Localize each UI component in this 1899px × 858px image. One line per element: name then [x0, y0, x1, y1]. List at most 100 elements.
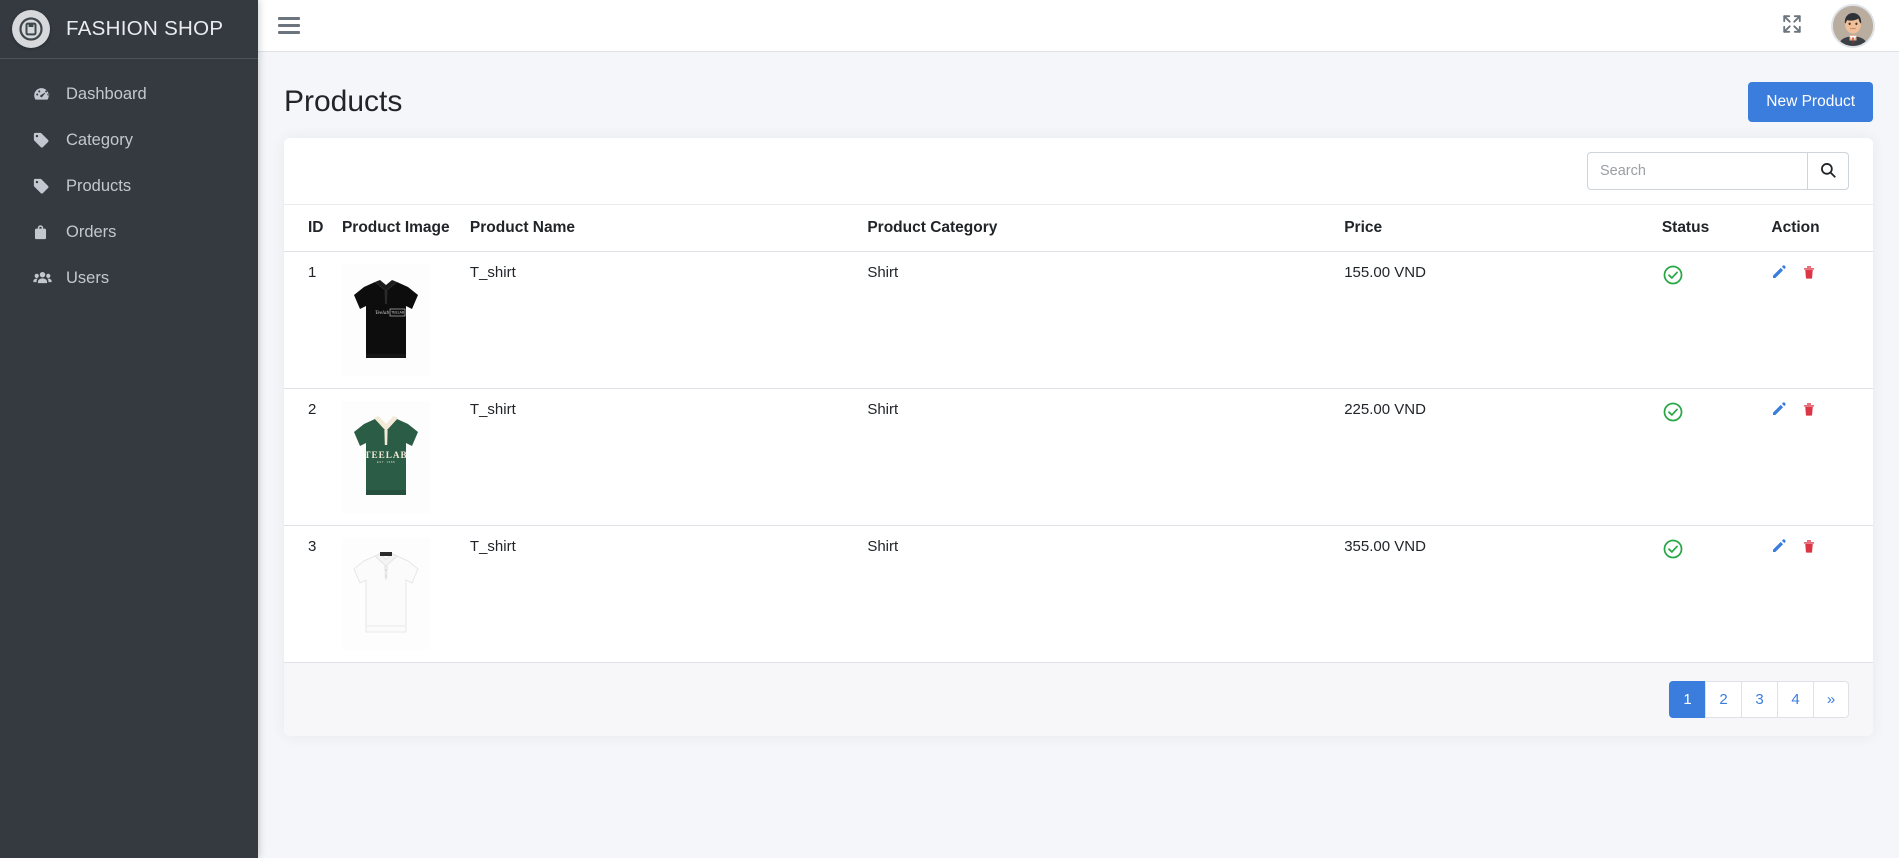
cell-price: 225.00 VND — [1336, 388, 1654, 526]
column-header-image: Product Image — [333, 205, 462, 252]
cell-id: 2 — [284, 388, 334, 526]
cell-id: 3 — [284, 525, 334, 663]
expand-arrows-icon[interactable] — [1781, 13, 1807, 39]
pencil-icon — [1771, 265, 1787, 283]
sidebar-nav: Dashboard Category Products Orders Users — [0, 59, 258, 301]
table-header-row: ID Product Image Product Name Product Ca… — [284, 205, 1873, 252]
cell-product-category: Shirt — [859, 388, 1337, 526]
tag-icon — [32, 177, 58, 195]
table-row: 3 T_shirt Shirt 355.00 VND — [284, 525, 1873, 663]
users-icon — [32, 268, 58, 289]
sidebar-item-label: Orders — [66, 222, 117, 241]
row-actions — [1771, 264, 1865, 280]
cell-price: 155.00 VND — [1336, 251, 1654, 389]
products-table-head: ID Product Image Product Name Product Ca… — [284, 205, 1873, 252]
card-footer: 1 2 3 4 » — [284, 663, 1873, 736]
column-header-category: Product Category — [859, 205, 1337, 252]
edit-product-button[interactable] — [1771, 264, 1787, 280]
trash-icon — [1801, 403, 1817, 420]
svg-text:EST. 1988: EST. 1988 — [377, 460, 395, 464]
search-group — [1587, 152, 1849, 190]
delete-product-button[interactable] — [1801, 538, 1817, 554]
cell-action — [1763, 388, 1873, 526]
table-row: 2 TEELAB EST. 1988 T_shirt Shirt 225.00 … — [284, 388, 1873, 526]
pagination: 1 2 3 4 » — [1669, 681, 1849, 718]
cell-product-image — [333, 525, 462, 663]
cell-product-image: TEELAB EST. 1988 — [333, 388, 462, 526]
row-actions — [1771, 401, 1865, 417]
cell-status — [1653, 388, 1764, 526]
tag-icon — [32, 131, 58, 149]
cell-price: 355.00 VND — [1336, 525, 1654, 663]
product-thumbnail-green-teelab-polo: TEELAB EST. 1988 — [341, 401, 430, 513]
cell-product-category: Shirt — [859, 525, 1337, 663]
check-circle-icon — [1662, 538, 1684, 560]
pagination-next[interactable]: » — [1813, 681, 1849, 718]
svg-text:Teelab: Teelab — [375, 310, 389, 316]
sidebar-item-products[interactable]: Products — [8, 163, 250, 209]
trash-icon — [1801, 540, 1817, 557]
sidebar-item-label: Dashboard — [66, 84, 147, 103]
delete-product-button[interactable] — [1801, 401, 1817, 417]
check-circle-icon — [1662, 264, 1684, 286]
sidebar: FASHION SHOP Dashboard Category Products… — [0, 0, 258, 858]
topbar — [258, 0, 1899, 52]
column-header-id: ID — [284, 205, 334, 252]
brand-header[interactable]: FASHION SHOP — [0, 0, 258, 59]
sidebar-item-dashboard[interactable]: Dashboard — [8, 71, 250, 117]
search-button[interactable] — [1807, 152, 1849, 190]
delete-product-button[interactable] — [1801, 264, 1817, 280]
sidebar-item-users[interactable]: Users — [8, 255, 250, 301]
app-badge-icon — [12, 10, 50, 48]
cell-product-name: T_shirt — [461, 388, 860, 526]
user-avatar[interactable] — [1831, 3, 1875, 48]
check-circle-icon — [1662, 401, 1684, 423]
pencil-icon — [1771, 402, 1787, 420]
cell-id: 1 — [284, 251, 334, 389]
products-table: ID Product Image Product Name Product Ca… — [284, 205, 1873, 663]
column-header-action: Action — [1763, 205, 1873, 252]
app-root: FASHION SHOP Dashboard Category Products… — [0, 0, 1899, 858]
column-header-status: Status — [1653, 205, 1764, 252]
pagination-page-3[interactable]: 3 — [1741, 681, 1777, 718]
cell-product-category: Shirt — [859, 251, 1337, 389]
column-header-name: Product Name — [461, 205, 860, 252]
page-header: Products New Product — [258, 52, 1899, 138]
product-thumbnail-black-polo: Teelab TEELAB — [341, 264, 430, 376]
brand-title: FASHION SHOP — [66, 17, 224, 40]
sidebar-item-label: Category — [66, 130, 133, 149]
cell-product-name: T_shirt — [461, 525, 860, 663]
cell-product-name: T_shirt — [461, 251, 860, 389]
page-title: Products — [284, 85, 403, 118]
svg-text:TEELAB: TEELAB — [364, 450, 407, 460]
pagination-page-2[interactable]: 2 — [1705, 681, 1741, 718]
cell-action — [1763, 525, 1873, 663]
cell-status — [1653, 251, 1764, 389]
trash-icon — [1801, 266, 1817, 283]
edit-product-button[interactable] — [1771, 538, 1787, 554]
sidebar-item-orders[interactable]: Orders — [8, 209, 250, 255]
cell-product-image: Teelab TEELAB — [333, 251, 462, 389]
main-area: Products New Product Search ID Product I… — [258, 0, 1899, 858]
products-card: ID Product Image Product Name Product Ca… — [284, 138, 1873, 736]
search-icon — [1819, 161, 1837, 182]
sidebar-item-label: Users — [66, 268, 110, 287]
card-search-row — [284, 138, 1873, 205]
table-row: 1 Teelab TEELAB T_shirt Shirt 155.00 VND — [284, 251, 1873, 389]
new-product-button[interactable]: New Product — [1748, 82, 1873, 122]
column-header-price: Price — [1336, 205, 1654, 252]
briefcase-icon — [32, 224, 58, 241]
row-actions — [1771, 538, 1865, 554]
pencil-icon — [1771, 539, 1787, 557]
svg-text:TEELAB: TEELAB — [391, 310, 405, 314]
product-thumbnail-white-polo — [341, 538, 430, 650]
search-input[interactable] — [1587, 152, 1807, 190]
pagination-page-1[interactable]: 1 — [1669, 681, 1705, 718]
edit-product-button[interactable] — [1771, 401, 1787, 417]
pagination-page-4[interactable]: 4 — [1777, 681, 1813, 718]
cell-status — [1653, 525, 1764, 663]
hamburger-icon[interactable] — [278, 13, 304, 39]
sidebar-item-category[interactable]: Category — [8, 117, 250, 163]
sidebar-item-label: Products — [66, 176, 132, 195]
products-table-body: 1 Teelab TEELAB T_shirt Shirt 155.00 VND… — [284, 251, 1873, 663]
